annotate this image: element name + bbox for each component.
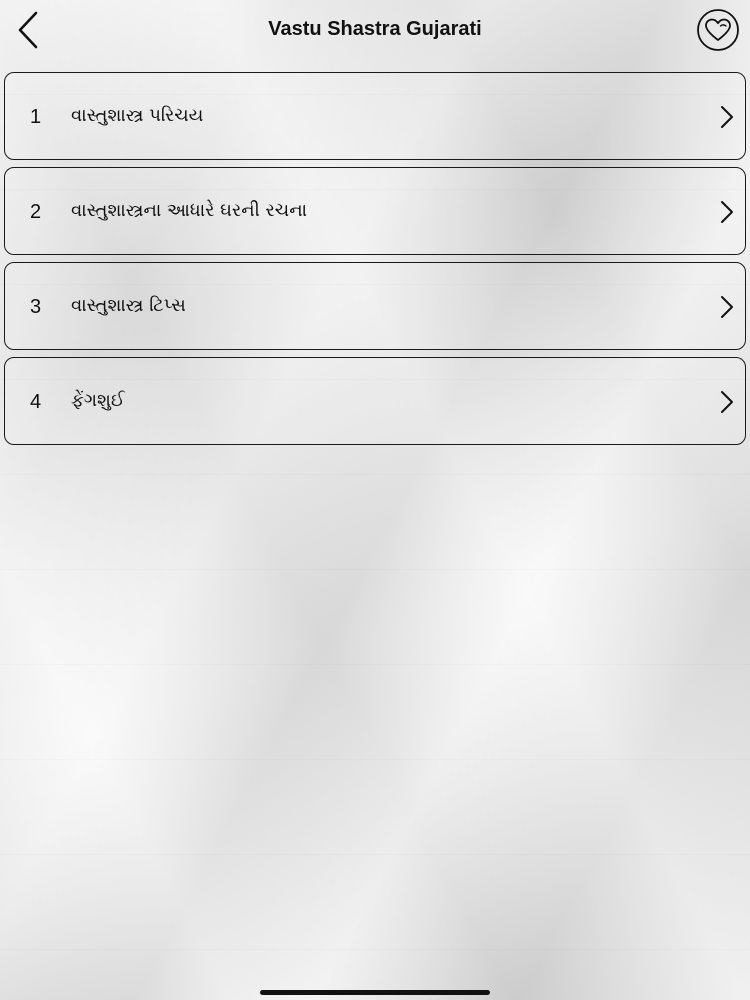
favorite-button[interactable] [696,8,740,52]
page-title: Vastu Shastra Gujarati [268,18,482,40]
item-label: વાસ્તુશાસ્ત્રના આધારે ઘરની રચના [71,200,308,221]
chevron-right-icon [721,391,733,413]
item-number: 1 [30,106,42,128]
chevron-right-icon [721,106,733,128]
home-indicator[interactable] [260,990,490,995]
item-number: 2 [30,201,42,223]
menu-item-vastu-intro[interactable]: 1 વાસ્તુશાસ્ત્ર પરિચય [4,72,746,160]
chevron-right-icon [721,296,733,318]
menu-item-feng-shui[interactable]: 4 ફેંગશુઈ [4,357,746,445]
item-number: 3 [30,296,42,318]
menu-item-vastu-tips[interactable]: 3 વાસ્તુશાસ્ત્ર ટિપ્સ [4,262,746,350]
chevron-left-icon [18,11,38,49]
menu-item-house-design[interactable]: 2 વાસ્તુશાસ્ત્રના આધારે ઘરની રચના [4,167,746,255]
item-label: વાસ્તુશાસ્ત્ર ટિપ્સ [71,295,186,316]
item-number: 4 [30,391,42,413]
menu-list: 1 વાસ્તુશાસ્ત્ર પરિચય 2 વાસ્તુશાસ્ત્રના … [4,72,746,452]
back-button[interactable] [8,8,48,52]
heart-circle-icon [697,9,739,51]
item-label: વાસ્તુશાસ્ત્ર પરિચય [71,105,204,126]
item-label: ફેંગશુઈ [71,390,125,411]
navigation-bar: Vastu Shastra Gujarati [0,0,750,62]
chevron-right-icon [721,201,733,223]
